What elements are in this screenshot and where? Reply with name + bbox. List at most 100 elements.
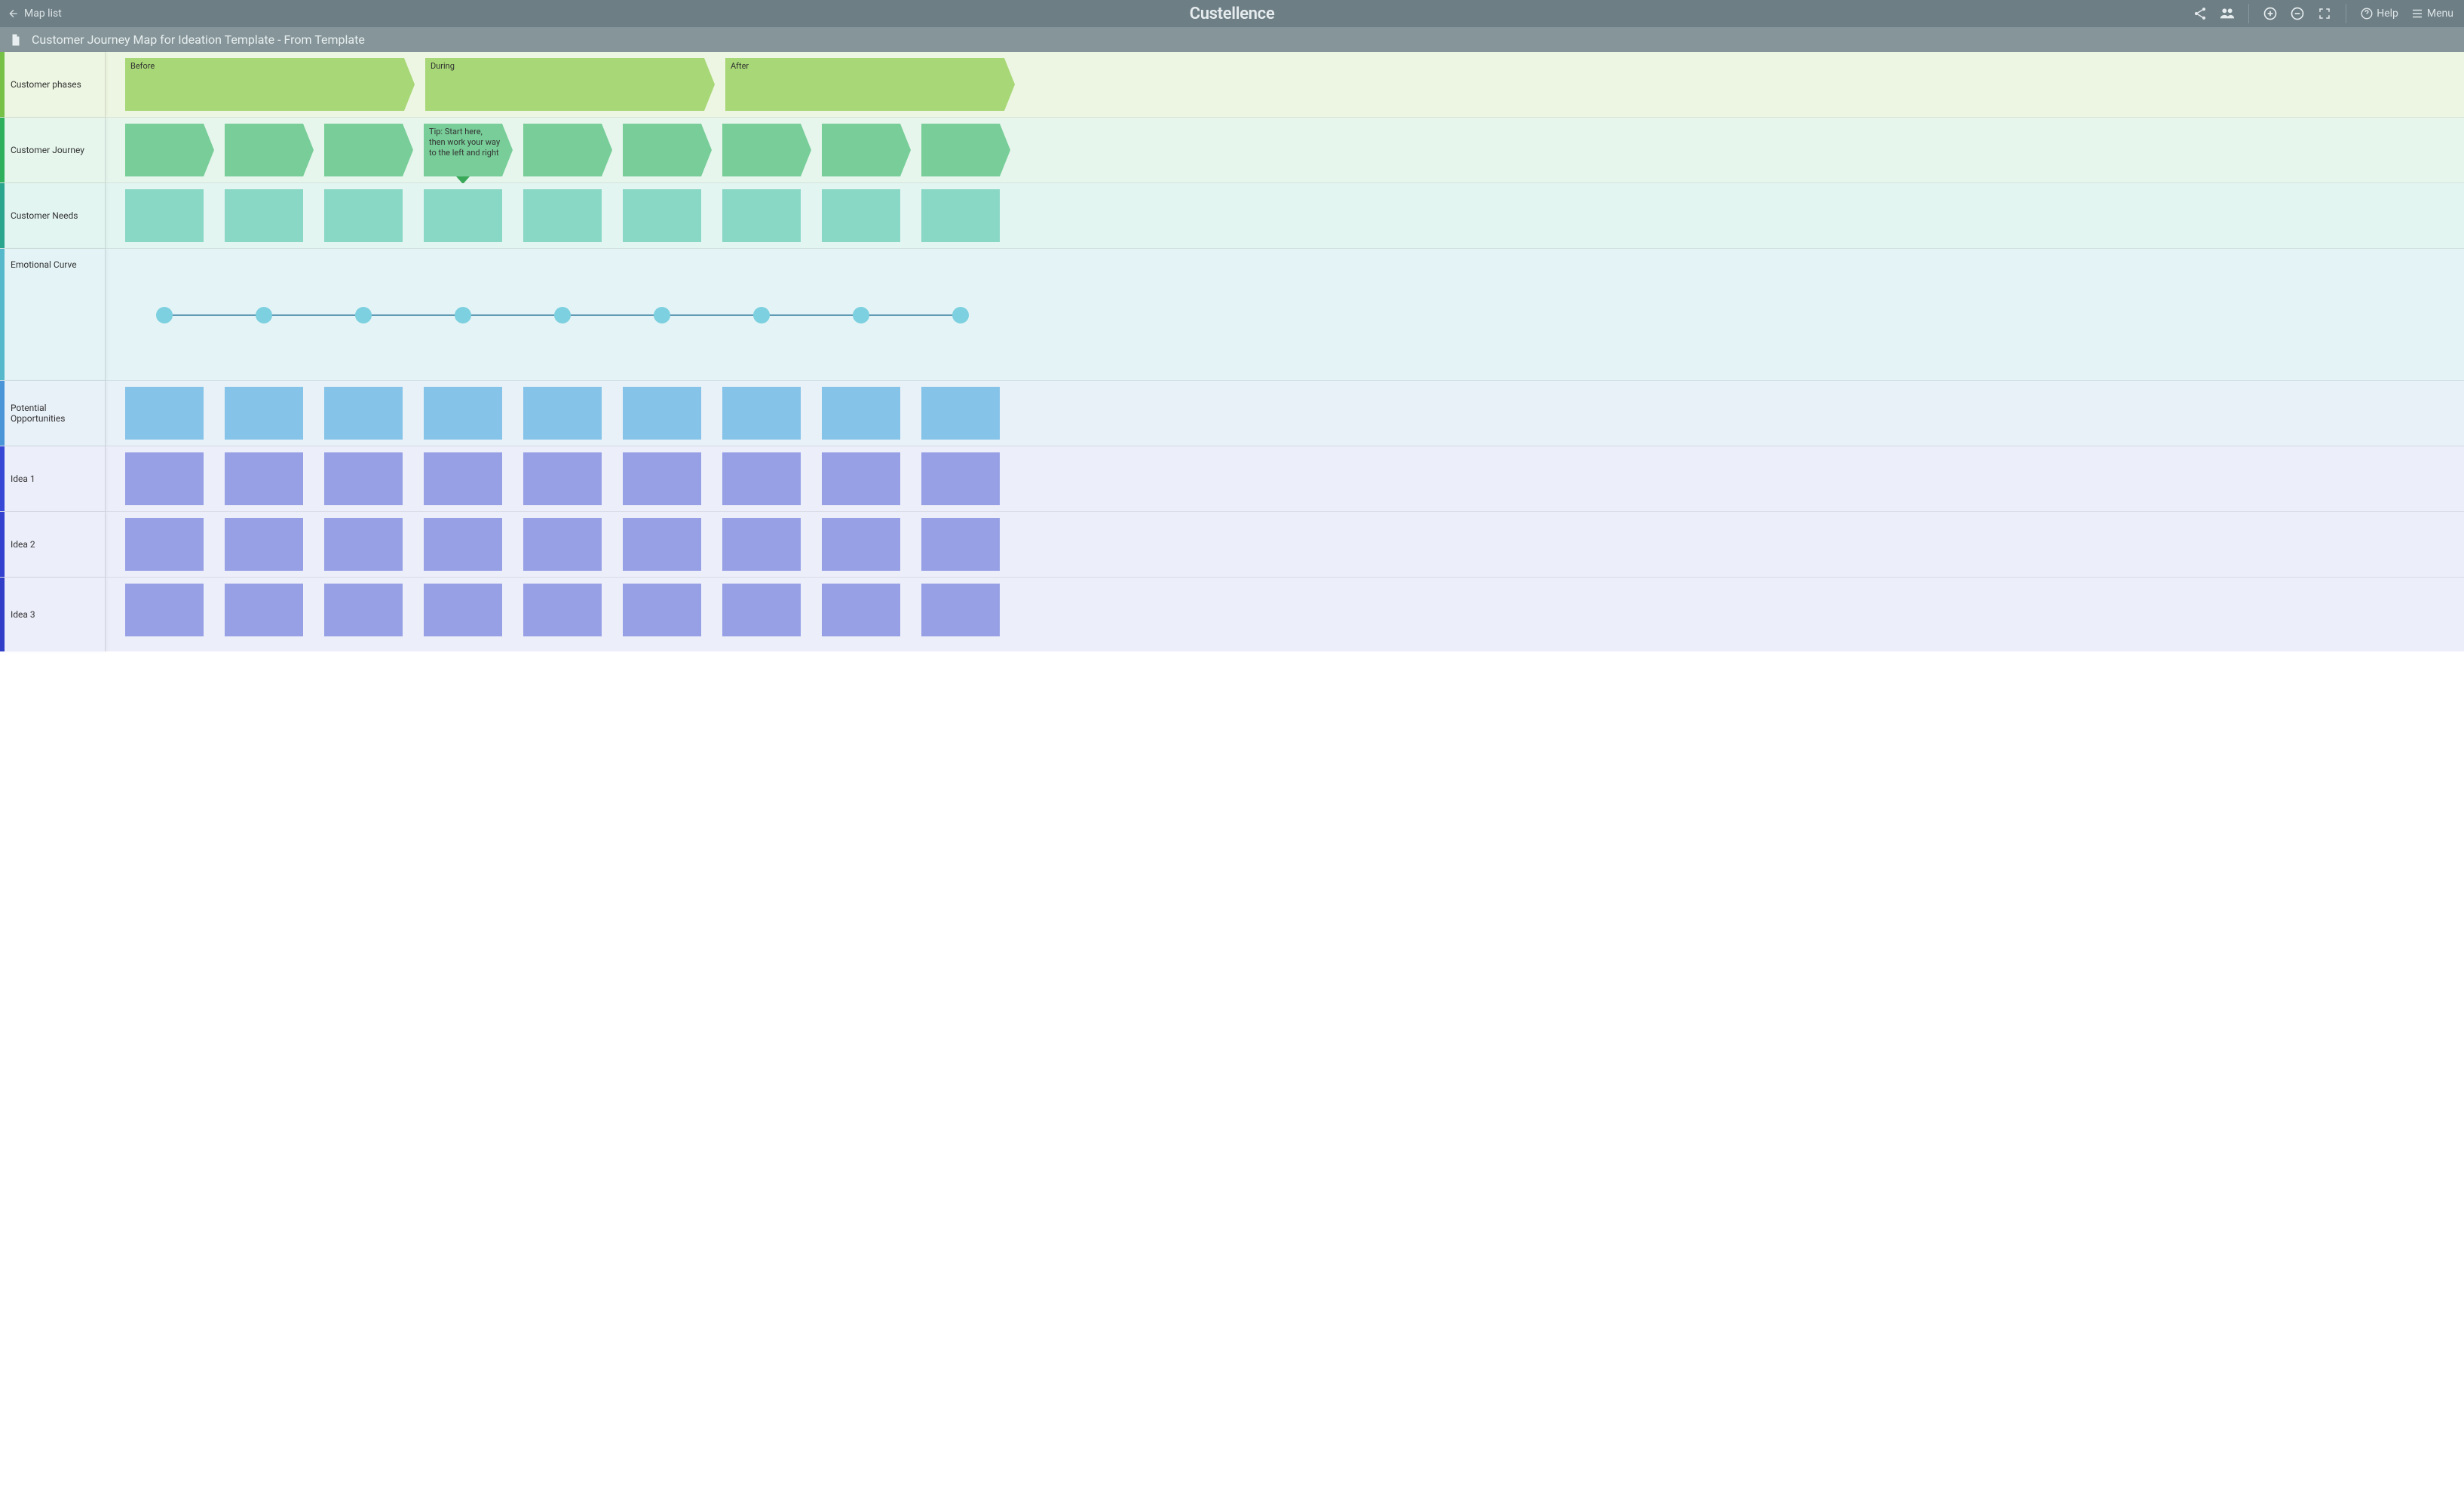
- emotion-point[interactable]: [156, 307, 173, 323]
- needs-card[interactable]: [523, 189, 602, 242]
- idea-card[interactable]: [722, 518, 801, 571]
- needs-card[interactable]: [324, 189, 403, 242]
- opps-card[interactable]: [125, 387, 204, 440]
- lane-label[interactable]: Potential Opportunities: [5, 381, 106, 446]
- idea-card[interactable]: [523, 518, 602, 571]
- lane-label[interactable]: Emotional Curve: [5, 249, 106, 380]
- idea-card[interactable]: [623, 584, 701, 636]
- zoom-out-button[interactable]: [2287, 3, 2308, 24]
- idea-card[interactable]: [921, 518, 1000, 571]
- idea-card[interactable]: [523, 452, 602, 505]
- lane-content[interactable]: [106, 381, 2464, 446]
- lane-content[interactable]: [106, 446, 2464, 511]
- emotion-point[interactable]: [853, 307, 869, 323]
- map-canvas[interactable]: Customer phases Before During After Cust…: [0, 52, 2464, 651]
- journey-card[interactable]: [921, 124, 1000, 176]
- fullscreen-button[interactable]: [2314, 3, 2335, 24]
- phase-card[interactable]: During: [425, 58, 704, 111]
- opps-card[interactable]: [623, 387, 701, 440]
- idea-card[interactable]: [424, 518, 502, 571]
- idea-card[interactable]: [324, 452, 403, 505]
- lane-content[interactable]: [106, 578, 2464, 651]
- idea-card[interactable]: [125, 452, 204, 505]
- needs-card[interactable]: [424, 189, 502, 242]
- lane-label[interactable]: Idea 1: [5, 446, 106, 511]
- idea-card[interactable]: [822, 584, 900, 636]
- idea-card[interactable]: [225, 452, 303, 505]
- needs-card[interactable]: [822, 189, 900, 242]
- journey-card[interactable]: [722, 124, 801, 176]
- help-button[interactable]: Help: [2357, 7, 2401, 20]
- emotion-point[interactable]: [753, 307, 770, 323]
- idea-card[interactable]: [921, 584, 1000, 636]
- emotion-point[interactable]: [455, 307, 471, 323]
- needs-card[interactable]: [225, 189, 303, 242]
- lane-content[interactable]: [106, 249, 2464, 380]
- needs-card[interactable]: [921, 189, 1000, 242]
- map-title[interactable]: Customer Journey Map for Ideation Templa…: [32, 32, 365, 47]
- journey-card[interactable]: [822, 124, 900, 176]
- share-button[interactable]: [2190, 3, 2211, 24]
- emotion-point[interactable]: [654, 307, 670, 323]
- lane-content[interactable]: [106, 183, 2464, 248]
- journey-card[interactable]: [225, 124, 303, 176]
- emotion-point[interactable]: [256, 307, 272, 323]
- opps-card[interactable]: [424, 387, 502, 440]
- lane-content[interactable]: Tip: Start here, then work your way to t…: [106, 118, 2464, 182]
- needs-card[interactable]: [722, 189, 801, 242]
- needs-card[interactable]: [623, 189, 701, 242]
- hamburger-icon: [2410, 7, 2424, 20]
- opps-card[interactable]: [722, 387, 801, 440]
- idea-card[interactable]: [822, 518, 900, 571]
- menu-button[interactable]: Menu: [2407, 7, 2456, 20]
- opps-card[interactable]: [523, 387, 602, 440]
- zoom-in-button[interactable]: [2260, 3, 2281, 24]
- idea-card[interactable]: [523, 584, 602, 636]
- idea-card[interactable]: [722, 452, 801, 505]
- lane-label[interactable]: Customer Journey: [5, 118, 106, 182]
- share-icon: [2193, 6, 2208, 21]
- idea-card[interactable]: [623, 518, 701, 571]
- opps-card[interactable]: [324, 387, 403, 440]
- idea-card[interactable]: [225, 584, 303, 636]
- map-list-link[interactable]: Map list: [8, 8, 62, 20]
- phase-card[interactable]: Before: [125, 58, 404, 111]
- journey-card[interactable]: [125, 124, 204, 176]
- idea-card[interactable]: [921, 452, 1000, 505]
- emotion-point[interactable]: [554, 307, 571, 323]
- minus-circle-icon: [2290, 6, 2305, 21]
- emotion-point[interactable]: [952, 307, 969, 323]
- lane-content[interactable]: [106, 512, 2464, 577]
- idea-card[interactable]: [125, 584, 204, 636]
- journey-card[interactable]: [523, 124, 602, 176]
- lane-label[interactable]: Idea 2: [5, 512, 106, 577]
- idea-card[interactable]: [125, 518, 204, 571]
- idea-card[interactable]: [424, 584, 502, 636]
- journey-card[interactable]: [623, 124, 701, 176]
- journey-card[interactable]: Tip: Start here, then work your way to t…: [424, 124, 502, 176]
- idea-card[interactable]: [822, 452, 900, 505]
- needs-card[interactable]: [125, 189, 204, 242]
- opps-card[interactable]: [822, 387, 900, 440]
- card-text: During: [431, 61, 703, 72]
- opps-card[interactable]: [921, 387, 1000, 440]
- idea-card[interactable]: [424, 452, 502, 505]
- help-icon: [2360, 7, 2374, 20]
- lane-content[interactable]: Before During After: [106, 52, 2464, 117]
- lane-idea-1: Idea 1: [0, 446, 2464, 512]
- idea-card[interactable]: [225, 518, 303, 571]
- idea-card[interactable]: [722, 584, 801, 636]
- lane-label[interactable]: Customer Needs: [5, 183, 106, 248]
- collaborators-button[interactable]: [2217, 3, 2238, 24]
- phase-card[interactable]: After: [725, 58, 1004, 111]
- journey-card[interactable]: [324, 124, 403, 176]
- lane-label[interactable]: Idea 3: [5, 578, 106, 651]
- people-icon: [2219, 5, 2236, 22]
- idea-card[interactable]: [623, 452, 701, 505]
- idea-card[interactable]: [324, 584, 403, 636]
- card-text: Tip: Start here, then work your way to t…: [429, 127, 501, 158]
- opps-card[interactable]: [225, 387, 303, 440]
- lane-label[interactable]: Customer phases: [5, 52, 106, 117]
- idea-card[interactable]: [324, 518, 403, 571]
- emotion-point[interactable]: [355, 307, 372, 323]
